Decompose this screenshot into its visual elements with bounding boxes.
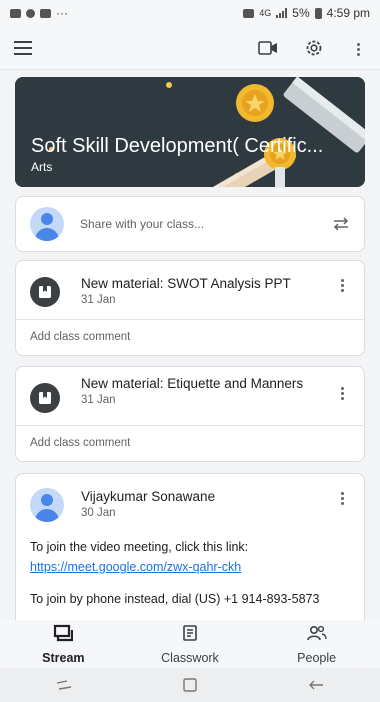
announcement-text: To join the video meeting, click this li… bbox=[30, 540, 249, 554]
class-title: Soft Skill Development( Certific... bbox=[31, 135, 324, 157]
add-class-comment[interactable]: Add class comment bbox=[16, 425, 364, 461]
post-date: 31 Jan bbox=[81, 394, 116, 406]
banner-illustration bbox=[15, 77, 365, 187]
post-author: Vijaykumar Sonawane bbox=[81, 489, 216, 504]
post-more-vert-icon[interactable] bbox=[334, 275, 350, 292]
post-more-vert-icon[interactable] bbox=[334, 488, 350, 505]
system-navigation bbox=[0, 668, 380, 702]
battery-level: 5% bbox=[292, 6, 310, 20]
status-bar: ··· 4G 5% 4:59 pm bbox=[0, 0, 380, 26]
bag-icon bbox=[40, 8, 51, 18]
repost-icon[interactable] bbox=[332, 216, 350, 232]
bottom-navigation: Stream Classwork People bbox=[0, 620, 380, 668]
post-header: New material: Etiquette and Manners 31 J… bbox=[16, 367, 364, 413]
post-title[interactable]: New material: SWOT Analysis PPT bbox=[81, 275, 334, 292]
post-body: Vijaykumar Sonawane 30 Jan bbox=[81, 488, 334, 519]
more-vert-icon[interactable] bbox=[350, 39, 366, 56]
nav-stream[interactable]: Stream bbox=[8, 624, 118, 665]
recents-icon[interactable] bbox=[55, 679, 73, 691]
app-screen: ··· 4G 5% 4:59 pm Soft Skill Development… bbox=[0, 0, 380, 702]
nav-label: Stream bbox=[42, 650, 85, 665]
settings-icon[interactable] bbox=[304, 38, 324, 58]
announcement-text: To join by phone instead, dial (US) +1 9… bbox=[30, 592, 320, 606]
post-body: New material: SWOT Analysis PPT 31 Jan bbox=[81, 275, 334, 306]
material-icon bbox=[30, 277, 60, 307]
meeting-link[interactable]: https://meet.google.com/zwx-qahr-ckh bbox=[16, 560, 364, 574]
back-icon[interactable] bbox=[307, 678, 325, 692]
share-input[interactable]: Share with your class... bbox=[80, 217, 332, 231]
stream-icon bbox=[53, 624, 74, 647]
class-section: Arts bbox=[31, 160, 53, 174]
share-with-class-card[interactable]: Share with your class... bbox=[15, 196, 365, 252]
battery-icon bbox=[314, 7, 322, 19]
avatar bbox=[30, 207, 64, 241]
add-class-comment[interactable]: Add class comment bbox=[16, 319, 364, 355]
nav-classwork[interactable]: Classwork bbox=[135, 624, 245, 665]
material-icon bbox=[30, 383, 60, 413]
clock: 4:59 pm bbox=[326, 6, 370, 20]
material-post[interactable]: New material: SWOT Analysis PPT 31 Jan A… bbox=[15, 260, 365, 356]
notification-icon bbox=[26, 8, 35, 18]
toolbar-actions bbox=[258, 38, 366, 58]
home-icon[interactable] bbox=[182, 677, 198, 693]
post-date: 30 Jan bbox=[81, 507, 116, 519]
post-header: New material: SWOT Analysis PPT 31 Jan bbox=[16, 261, 364, 307]
status-right: 4G 5% 4:59 pm bbox=[243, 6, 370, 20]
signal-icon bbox=[276, 8, 288, 18]
status-left: ··· bbox=[10, 6, 68, 20]
menu-icon[interactable] bbox=[14, 40, 32, 55]
more-notifications: ··· bbox=[56, 6, 68, 20]
nav-label: Classwork bbox=[161, 650, 219, 665]
nav-label: People bbox=[297, 650, 337, 665]
post-body: New material: Etiquette and Manners 31 J… bbox=[81, 375, 334, 406]
class-banner[interactable]: Soft Skill Development( Certific... Arts bbox=[15, 77, 365, 187]
author-avatar bbox=[30, 488, 64, 522]
video-call-icon[interactable] bbox=[258, 40, 278, 55]
network-type: 4G bbox=[259, 8, 272, 18]
people-icon bbox=[306, 624, 328, 647]
post-header: Vijaykumar Sonawane 30 Jan bbox=[16, 474, 364, 522]
post-title[interactable]: New material: Etiquette and Manners bbox=[81, 375, 334, 392]
post-date: 31 Jan bbox=[81, 294, 116, 306]
classwork-icon bbox=[181, 624, 199, 647]
top-app-bar bbox=[0, 26, 380, 70]
alarm-icon bbox=[243, 8, 255, 18]
gallery-icon bbox=[10, 8, 21, 18]
material-post[interactable]: New material: Etiquette and Manners 31 J… bbox=[15, 366, 365, 462]
post-more-vert-icon[interactable] bbox=[334, 375, 350, 400]
nav-people[interactable]: People bbox=[262, 624, 372, 665]
